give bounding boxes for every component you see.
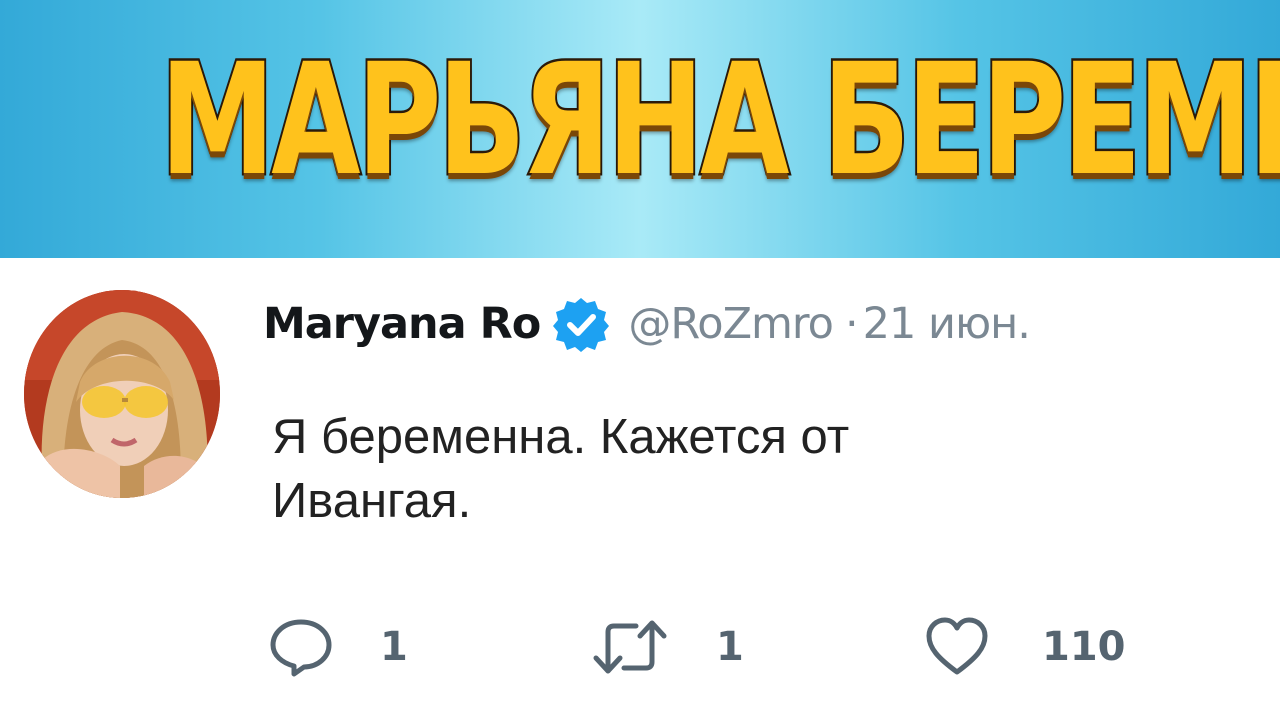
like-button[interactable]: 110 [924,612,1126,682]
reply-button[interactable]: 1 [268,612,408,682]
thumbnail-frame: МАРЬЯНА БЕРЕМЕННА Maryana Ro [0,0,1280,720]
header-separator: · [844,299,859,349]
reply-icon [268,614,334,680]
display-name[interactable]: Maryana Ro [263,299,541,349]
retweet-button[interactable]: 1 [590,612,744,682]
tweet-date[interactable]: 21 июн. [863,299,1031,349]
title-banner: МАРЬЯНА БЕРЕМЕННА [0,0,1280,258]
tweet-text-line: Ивангая. [272,474,472,528]
avatar[interactable] [24,290,220,498]
tweet-actions: 1 1 110 [268,612,1168,682]
heart-icon [924,614,990,680]
verified-badge-icon [552,295,610,353]
retweet-icon [590,614,670,680]
user-handle[interactable]: @RoZmro [628,299,834,349]
tweet-card: Maryana Ro @RoZmro · 21 июн. Я беременна… [0,258,1280,720]
reply-count: 1 [380,624,408,670]
banner-title: МАРЬЯНА БЕРЕМЕННА [158,31,1280,210]
tweet-text: Я беременна. Кажется от Ивангая. [272,405,1032,533]
retweet-count: 1 [716,624,744,670]
like-count: 110 [1042,624,1126,670]
tweet-text-line: Я беременна. Кажется от [272,410,850,464]
tweet-header: Maryana Ro @RoZmro · 21 июн. [263,294,1031,354]
